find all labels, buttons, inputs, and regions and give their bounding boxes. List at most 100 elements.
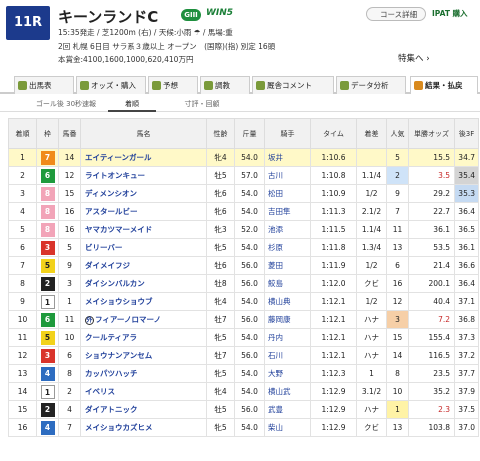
horse-name-link[interactable]: ダイシンバルカン [80, 274, 207, 293]
jockey-link[interactable]: 菱田 [264, 256, 311, 275]
last-3f-cell: 37.2 [454, 346, 479, 365]
jockey-link[interactable]: 坂井 [264, 148, 311, 167]
horse-name-link[interactable]: ダイアトニック [80, 400, 207, 419]
horse-name-link[interactable]: メイショウショウブ [80, 292, 207, 311]
tab-odds[interactable]: オッズ・購入 [76, 76, 146, 94]
weight-cell: 54.0 [234, 238, 265, 257]
jockey-link[interactable]: 横山武 [264, 382, 311, 401]
weight-cell: 56.0 [234, 256, 265, 275]
weight-cell: 56.0 [234, 274, 265, 293]
horse-number-cell: 3 [58, 274, 81, 293]
horse-name-link[interactable]: クールティアラ [80, 328, 207, 347]
horse-name-link[interactable]: ビリーバー [80, 238, 207, 257]
margin-cell: ハナ [356, 310, 387, 329]
horse-name: エイティーンガール [85, 153, 152, 162]
jockey-link[interactable]: 吉田隼 [264, 202, 311, 221]
horse-name: ビリーバー [85, 243, 123, 252]
jockey-link[interactable]: 横山典 [264, 292, 311, 311]
waku-badge: 5 [40, 258, 55, 273]
waku-cell: 8 [36, 220, 59, 239]
popularity-cell: 16 [386, 274, 409, 293]
sex-age-cell: 牡7 [206, 310, 235, 329]
rank-cell: 7 [8, 256, 37, 275]
waku-badge: 4 [40, 366, 55, 381]
horse-number-cell: 9 [58, 256, 81, 275]
race-title: キーンランドC [58, 8, 159, 26]
sex-age-cell: 牝5 [206, 238, 235, 257]
feature-link[interactable]: 特集へ › [398, 52, 430, 64]
jockey-link[interactable]: 柴山 [264, 418, 311, 437]
horse-name-link[interactable]: エイティーンガール [80, 148, 207, 167]
margin-cell: ハナ [356, 328, 387, 347]
horse-name-link[interactable]: ショウナンアンセム [80, 346, 207, 365]
subtab-2[interactable]: 寸評・回顧 [156, 98, 248, 112]
sex-age-cell: 牝6 [206, 184, 235, 203]
horse-number-cell: 16 [58, 202, 81, 221]
horse-name-link[interactable]: 外フィアーノロマーノ [80, 310, 207, 329]
waku-cell: 8 [36, 202, 59, 221]
ipat-purchase-button[interactable]: IPAT 購入 [432, 7, 478, 21]
subtab-0[interactable]: ゴール後 30秒速報 [24, 98, 108, 112]
jockey-link[interactable]: 大野 [264, 364, 311, 383]
table-row: 3 8 15 ディメンシオン 牝6 54.0 松田 1:10.9 1/2 9 29.2 35.3 [8, 184, 479, 203]
jockey-link[interactable]: 武豊 [264, 400, 311, 419]
win-odds-cell: 155.4 [408, 328, 455, 347]
horse-number-cell: 15 [58, 184, 81, 203]
time-cell: 1:12.9 [310, 400, 357, 419]
table-row: 12 3 6 ショウナンアンセム 牡7 56.0 石川 1:12.1 ハナ 14 116.5 37.2 [8, 346, 479, 365]
table-row: 6 3 5 ビリーバー 牝5 54.0 杉原 1:11.8 1.3/4 13 53.5 36.1 [8, 238, 479, 257]
jockey-link[interactable]: 池添 [264, 220, 311, 239]
horse-name-link[interactable]: ライトオンキュー [80, 166, 207, 185]
tab-comment[interactable]: 厩舎コメント [252, 76, 334, 94]
tab-list[interactable]: 出馬表 [14, 76, 74, 94]
waku-badge: 2 [40, 402, 55, 417]
waku-badge: 8 [40, 204, 55, 219]
time-cell: 1:12.3 [310, 364, 357, 383]
margin-cell: 1 [356, 364, 387, 383]
jockey-link[interactable]: 藤岡康 [264, 310, 311, 329]
horse-name-link[interactable]: ヤマカツマーメイド [80, 220, 207, 239]
waku-cell: 3 [36, 238, 59, 257]
jockey-link[interactable]: 丹内 [264, 328, 311, 347]
sex-age-cell: 牡7 [206, 346, 235, 365]
win-odds-cell: 29.2 [408, 184, 455, 203]
popularity-cell: 13 [386, 238, 409, 257]
horse-name-link[interactable]: ディメンシオン [80, 184, 207, 203]
tab-chart[interactable]: データ分析 [336, 76, 406, 94]
jockey-link[interactable]: 古川 [264, 166, 311, 185]
waku-badge: 8 [40, 186, 55, 201]
table-row: 4 8 16 アスタールビー 牝6 54.0 吉田隼 1:11.3 2.1/2 7 22.7 36.4 [8, 202, 479, 221]
tab-training[interactable]: 調教 [200, 76, 250, 94]
waku-cell: 2 [36, 400, 59, 419]
horse-name-link[interactable]: ダイメイフジ [80, 256, 207, 275]
last-3f-cell: 37.1 [454, 292, 479, 311]
waku-badge: 1 [40, 384, 55, 399]
table-row: 10 6 11 外フィアーノロマーノ 牡7 56.0 藤岡康 1:12.1 ハナ 3 7.2 36.8 [8, 310, 479, 329]
sex-age-cell: 牝4 [206, 382, 235, 401]
horse-name-link[interactable]: メイショウカズヒメ [80, 418, 207, 437]
race-conditions: 15:35発走 / 芝1200m (右) / 天候:小雨 ☂ / 馬場:重 [58, 28, 233, 37]
horse-number-cell: 7 [58, 418, 81, 437]
jockey-link[interactable]: 鮫島 [264, 274, 311, 293]
jockey-link[interactable]: 石川 [264, 346, 311, 365]
tab-prediction[interactable]: 予想 [148, 76, 198, 94]
rank-cell: 3 [8, 184, 37, 203]
course-detail-button[interactable]: コース詳細 [366, 7, 426, 21]
time-cell: 1:12.1 [310, 310, 357, 329]
sex-age-cell: 牡8 [206, 274, 235, 293]
horse-name-link[interactable]: アスタールビー [80, 202, 207, 221]
race-header: 11R キーンランドC GIII WIN5 15:35発走 / 芝1200m (… [0, 0, 480, 70]
horse-name-link[interactable]: イベリス [80, 382, 207, 401]
tab-result[interactable]: 結果・払戻 [410, 76, 478, 94]
horse-name-link[interactable]: カッパツハッチ [80, 364, 207, 383]
last-3f-cell: 35.4 [454, 166, 479, 185]
waku-badge: 5 [40, 330, 55, 345]
margin-cell: 3.1/2 [356, 382, 387, 401]
jockey-link[interactable]: 松田 [264, 184, 311, 203]
horse-name: メイショウショウブ [85, 297, 153, 306]
waku-cell: 1 [36, 292, 59, 311]
rank-cell: 8 [8, 274, 37, 293]
subtab-1[interactable]: 着順 [108, 98, 156, 112]
rank-cell: 11 [8, 328, 37, 347]
jockey-link[interactable]: 杉原 [264, 238, 311, 257]
